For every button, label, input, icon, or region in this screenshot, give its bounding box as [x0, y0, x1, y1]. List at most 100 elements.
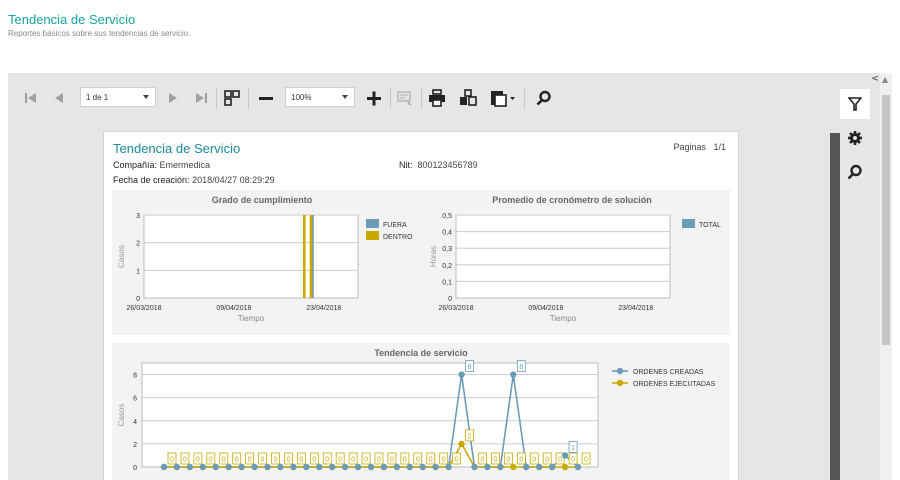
data-label: 0 — [584, 457, 588, 464]
data-point — [212, 463, 219, 471]
next-page-icon[interactable] — [164, 87, 182, 109]
nit-label: Nit: — [399, 160, 413, 170]
first-page-icon[interactable] — [22, 87, 40, 109]
chart-title: Promedio de cronómetro de solución — [492, 195, 652, 205]
data-label: 0 — [338, 457, 342, 464]
pages-value: 1/1 — [713, 142, 726, 152]
data-label: 0 — [455, 457, 459, 464]
x-tick-label: 23/04/2018 — [306, 305, 341, 312]
plot-area — [143, 214, 359, 299]
y-tick-label: 0,3 — [442, 246, 452, 253]
page-selector[interactable]: 1 de 1 — [80, 87, 156, 107]
chart-tendencia-servicio: Tendencia de servicio 0 2 4 6 8 Casos 0 0 0 0 0 0 0 0 0… — [117, 348, 716, 472]
data-point — [290, 463, 297, 471]
y-tick-label: 3 — [136, 213, 140, 220]
legend-label: ORDENES CREADAS — [633, 369, 704, 376]
pages-label: Paginas — [673, 142, 706, 152]
highlight-icon[interactable] — [395, 87, 415, 109]
bar — [303, 215, 306, 298]
data-point — [328, 463, 336, 471]
report-viewer: 1 de 1 100% Tendencia de Servicio Pagina… — [8, 73, 830, 480]
data-label: 0 — [299, 457, 303, 464]
data-point — [251, 463, 258, 471]
x-axis-label: Tiempo — [238, 314, 265, 323]
legend-marker — [616, 367, 624, 375]
chart-grado-cumplimiento: Grado de cumplimiento 0 1 2 3 26/03/2018 09/04… — [117, 195, 413, 323]
filter-icon[interactable] — [840, 89, 870, 119]
page-title: Tendencia de Servicio — [8, 12, 136, 27]
data-label: 0 — [312, 457, 316, 464]
multi-page-icon[interactable] — [222, 87, 242, 109]
print-icon[interactable] — [426, 87, 448, 109]
vertical-scrollbar[interactable]: ▲ — [880, 73, 892, 480]
y-tick-label: 0,1 — [442, 279, 452, 286]
scroll-up-icon[interactable]: ▲ — [882, 75, 888, 84]
trend-chart-panel: Tendencia de servicio 0 2 4 6 8 Casos 0 0 0 0 0 0 0 0 0… — [112, 343, 730, 480]
data-point — [238, 463, 245, 471]
prev-page-icon[interactable] — [50, 87, 68, 109]
data-point — [380, 463, 388, 471]
zoom-selector[interactable]: 100% — [285, 87, 355, 107]
data-point — [173, 463, 181, 471]
data-point — [367, 463, 375, 471]
data-label: 0 — [261, 457, 265, 464]
search-icon[interactable] — [534, 87, 554, 109]
data-label: 0 — [481, 457, 485, 464]
data-point — [160, 463, 168, 471]
y-tick-label: 1 — [136, 268, 140, 275]
y-tick-label: 4 — [133, 419, 137, 426]
legend-swatch — [682, 219, 695, 228]
legend-marker — [616, 379, 624, 387]
y-tick-label: 2 — [133, 442, 137, 449]
company-row: Compañía: Emermedica — [113, 160, 210, 170]
last-page-icon[interactable] — [192, 87, 210, 109]
data-label: 8 — [519, 364, 523, 371]
legend-swatch — [366, 231, 379, 240]
right-sidebar: < — [830, 73, 882, 480]
export-icon[interactable] — [488, 87, 518, 109]
y-tick-label: 0 — [136, 296, 140, 303]
data-label: 0 — [442, 457, 446, 464]
data-label: 0 — [196, 457, 200, 464]
plot-area — [141, 362, 599, 468]
data-point — [458, 440, 465, 448]
data-label: 0 — [364, 457, 368, 464]
zoom-out-icon[interactable] — [256, 87, 276, 109]
report-pages: Paginas 1/1 — [673, 142, 726, 152]
y-axis-label: Casos — [117, 404, 126, 427]
collapse-toggle[interactable]: < — [870, 73, 880, 85]
print-page-icon[interactable] — [457, 87, 479, 109]
legend-label: ORDENES EJECUTADAS — [633, 381, 716, 388]
data-point — [548, 463, 556, 471]
y-tick-label: 0,2 — [442, 263, 452, 270]
search-icon[interactable] — [840, 157, 870, 187]
report-title: Tendencia de Servicio — [113, 141, 241, 156]
data-point — [535, 463, 543, 471]
data-label: 8 — [468, 364, 472, 371]
legend-swatch — [366, 219, 379, 228]
x-tick-label: 26/03/2018 — [126, 305, 161, 312]
data-label: 2 — [468, 433, 472, 440]
data-point — [406, 463, 414, 471]
data-point — [432, 463, 439, 471]
page-header: Tendencia de Servicio Reportes básicos s… — [8, 12, 190, 38]
data-point — [523, 463, 530, 471]
data-label: 0 — [351, 457, 355, 464]
data-point — [277, 463, 284, 471]
data-point — [264, 463, 271, 471]
data-label: 0 — [286, 457, 290, 464]
nit-row: Nit: 800123456789 — [399, 160, 478, 170]
data-label: 0 — [519, 457, 523, 464]
data-label: 0 — [235, 457, 239, 464]
data-label: 0 — [170, 457, 174, 464]
y-tick-label: 2 — [136, 241, 140, 248]
page-selector-value: 1 de 1 — [86, 92, 109, 102]
settings-icon[interactable] — [840, 123, 870, 153]
data-label: 0 — [429, 457, 433, 464]
zoom-in-icon[interactable] — [364, 87, 384, 109]
top-charts-panel: Grado de cumplimiento 0 1 2 3 26/03/2018 09/04… — [112, 190, 730, 335]
x-tick-label: 23/04/2018 — [618, 305, 653, 312]
date-row: Fecha de creación: 2018/04/27 08:29:29 — [113, 175, 275, 185]
scroll-thumb[interactable] — [882, 95, 890, 345]
nit-value: 800123456789 — [417, 160, 478, 170]
